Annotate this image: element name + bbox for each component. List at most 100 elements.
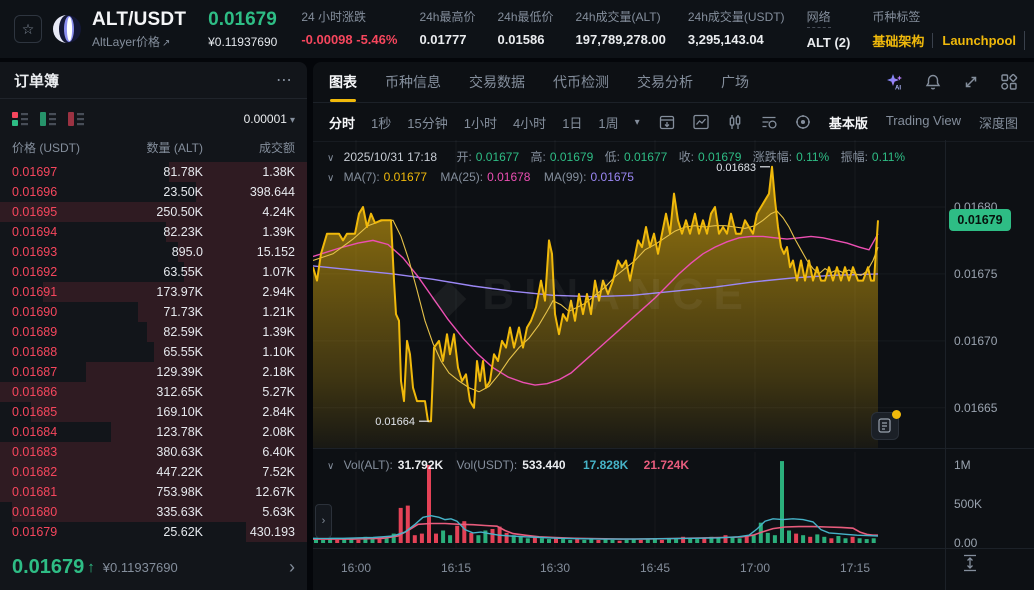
axis-expand-icon[interactable]: [962, 554, 978, 572]
coin-tag-link[interactable]: 基础架构: [872, 31, 924, 50]
tab-币种信息[interactable]: 币种信息: [385, 62, 441, 102]
interval-4小时[interactable]: 4小时: [513, 113, 546, 132]
volume-chart[interactable]: ∨ Vol(ALT): 31.792K Vol(USDT): 533.440 17.…: [313, 452, 945, 548]
interval-分时[interactable]: 分时: [329, 113, 355, 132]
pane-expand-chevron[interactable]: ›: [315, 504, 332, 538]
orderbook-row[interactable]: 0.01687 129.39K 2.18K: [0, 362, 307, 382]
precision-dropdown[interactable]: 0.00001 ▾: [244, 112, 295, 126]
chart-tabs: 图表 币种信息 交易数据 代币检测 交易分析 广场 AI: [313, 62, 1034, 103]
notification-dot: [892, 410, 901, 419]
time-tick: 16:00: [340, 561, 372, 575]
tab-交易分析[interactable]: 交易分析: [637, 62, 693, 102]
interval-1小时[interactable]: 1小时: [464, 113, 497, 132]
stat-value: 197,789,278.00: [575, 32, 666, 47]
price-chart[interactable]: 0.016640.01683 ◆ BINANCE ∨ 2025/10/31 17…: [313, 140, 945, 448]
view-深度图[interactable]: 深度图: [979, 113, 1018, 132]
coin-price-link[interactable]: AltLayer价格 ↗: [92, 33, 186, 50]
orderbook-expand-chevron[interactable]: ›: [289, 557, 295, 578]
stat-value: -0.00098 -5.46%: [301, 32, 398, 47]
orderbook-row[interactable]: 0.01679 25.62K 430.193: [0, 522, 307, 542]
favorite-button[interactable]: ☆: [14, 15, 42, 43]
orderbook-row[interactable]: 0.01685 169.10K 2.84K: [0, 402, 307, 422]
orderbook-row[interactable]: 0.01690 71.73K 1.21K: [0, 302, 307, 322]
market-stats: 24 小时涨跌 -0.00098 -5.46% 24h最高价 0.01777 24h最低…: [301, 8, 850, 50]
ask-amount: 81.78K: [163, 165, 203, 179]
view-Trading View[interactable]: Trading View: [886, 113, 961, 132]
view-基本版[interactable]: 基本版: [829, 113, 868, 132]
orderbook-row[interactable]: 0.01696 23.50K 398.644: [0, 182, 307, 202]
tab-代币检测[interactable]: 代币检测: [553, 62, 609, 102]
price-axis[interactable]: 0.01680 0.01675 0.01670 0.01665 0.01679 1M 500…: [945, 140, 1034, 590]
orderbook-row[interactable]: 0.01688 65.55K 1.10K: [0, 342, 307, 362]
ask-total: 12.67K: [255, 485, 295, 499]
orderbook-row[interactable]: 0.01680 335.63K 5.63K: [0, 502, 307, 522]
chevron-down-icon: ▾: [289, 115, 295, 126]
stat-label: 24h最高价: [419, 10, 476, 24]
stat-24h成交量(ALT): 24h成交量(ALT) 197,789,278.00: [576, 8, 666, 50]
orderbook-view-both-button[interactable]: [12, 112, 28, 126]
ask-price: 0.01694: [12, 225, 58, 239]
orderbook-row[interactable]: 0.01692 63.55K 1.07K: [0, 262, 307, 282]
chart-settings-icon[interactable]: [794, 113, 812, 131]
col-total: 成交额: [258, 141, 295, 155]
tab-广场[interactable]: 广场: [721, 62, 749, 102]
collapse-chevron-icon[interactable]: ∨: [327, 461, 334, 472]
volume-tick: 1M: [954, 458, 971, 472]
orderbook-view-asks-button[interactable]: [68, 112, 84, 126]
notification-bell-icon[interactable]: [924, 73, 942, 91]
orderbook-row[interactable]: 0.01689 82.59K 1.39K: [0, 322, 307, 342]
indicators-icon[interactable]: [760, 113, 778, 131]
chart-news-button[interactable]: [871, 410, 901, 440]
time-tick: 17:00: [739, 561, 771, 575]
collapse-chevron-icon[interactable]: ∨: [327, 173, 334, 184]
orderbook-row[interactable]: 0.01693 895.0 15.152: [0, 242, 307, 262]
orderbook-row[interactable]: 0.01695 250.50K 4.24K: [0, 202, 307, 222]
interval-1日[interactable]: 1日: [562, 113, 582, 132]
orderbook-view-bids-button[interactable]: [40, 112, 56, 126]
tab-交易数据[interactable]: 交易数据: [469, 62, 525, 102]
ask-total: 398.644: [249, 185, 295, 199]
tab-图表[interactable]: 图表: [329, 62, 357, 102]
ask-amount: 129.39K: [156, 365, 203, 379]
pair-symbol: ALT/USDT: [92, 8, 187, 30]
interval-1周[interactable]: 1周: [598, 113, 618, 132]
coin-tag-link[interactable]: Launchpool: [932, 33, 1016, 48]
line-chart-icon[interactable]: [692, 113, 710, 131]
volume-ma-slow: [313, 522, 878, 540]
stat-value: 3,295,143.04: [687, 32, 764, 47]
ask-amount: 380.63K: [156, 445, 203, 459]
ask-price: 0.01686: [12, 385, 58, 399]
news-icon: [878, 418, 891, 433]
orderbook-row[interactable]: 0.01681 753.98K 12.67K: [0, 482, 307, 502]
calendar-range-icon[interactable]: [658, 113, 676, 131]
candlestick-icon[interactable]: [726, 113, 744, 131]
orderbook-row[interactable]: 0.01697 81.78K 1.38K: [0, 162, 307, 182]
layout-grid-icon[interactable]: [1000, 73, 1018, 91]
orderbook-row[interactable]: 0.01686 312.65K 5.27K: [0, 382, 307, 402]
interval-more-chevron[interactable]: ▾: [635, 117, 640, 128]
ask-total: 4.24K: [262, 205, 295, 219]
tags-label: 币种标签: [872, 10, 921, 24]
ask-total: 1.10K: [262, 345, 295, 359]
ask-amount: 895.0: [171, 245, 203, 259]
orderbook-row[interactable]: 0.01682 447.22K 7.52K: [0, 462, 307, 482]
interval-15分钟[interactable]: 15分钟: [407, 113, 447, 132]
ask-price: 0.01692: [12, 265, 58, 279]
volume-tick: 0.00: [954, 536, 978, 550]
time-axis[interactable]: 16:00 16:15 16:30 16:45 17:00 17:15: [313, 550, 945, 588]
collapse-chevron-icon[interactable]: ∨: [327, 153, 334, 164]
coin-tag-link[interactable]: 种子: [1024, 31, 1034, 50]
orderbook-more-icon[interactable]: ⋯: [276, 70, 293, 90]
orderbook-row[interactable]: 0.01684 123.78K 2.08K: [0, 422, 307, 442]
chart-datetime: 2025/10/31 17:18: [343, 150, 438, 164]
expand-icon[interactable]: [962, 73, 980, 91]
orderbook-row[interactable]: 0.01683 380.63K 6.40K: [0, 442, 307, 462]
orderbook-row[interactable]: 0.01694 82.23K 1.39K: [0, 222, 307, 242]
interval-1秒[interactable]: 1秒: [371, 113, 391, 132]
ask-amount: 71.73K: [163, 305, 203, 319]
chart-panel: 图表 币种信息 交易数据 代币检测 交易分析 广场 AI 分时 1秒 15分钟 …: [313, 62, 1034, 590]
orderbook-row[interactable]: 0.01691 173.97K 2.94K: [0, 282, 307, 302]
symbol-header: ☆ ALT/USDT AltLayer价格 ↗ 0.01679 ¥0.119376…: [0, 0, 1034, 58]
ai-assistant-icon[interactable]: AI: [886, 73, 904, 91]
ask-price: 0.01688: [12, 345, 58, 359]
